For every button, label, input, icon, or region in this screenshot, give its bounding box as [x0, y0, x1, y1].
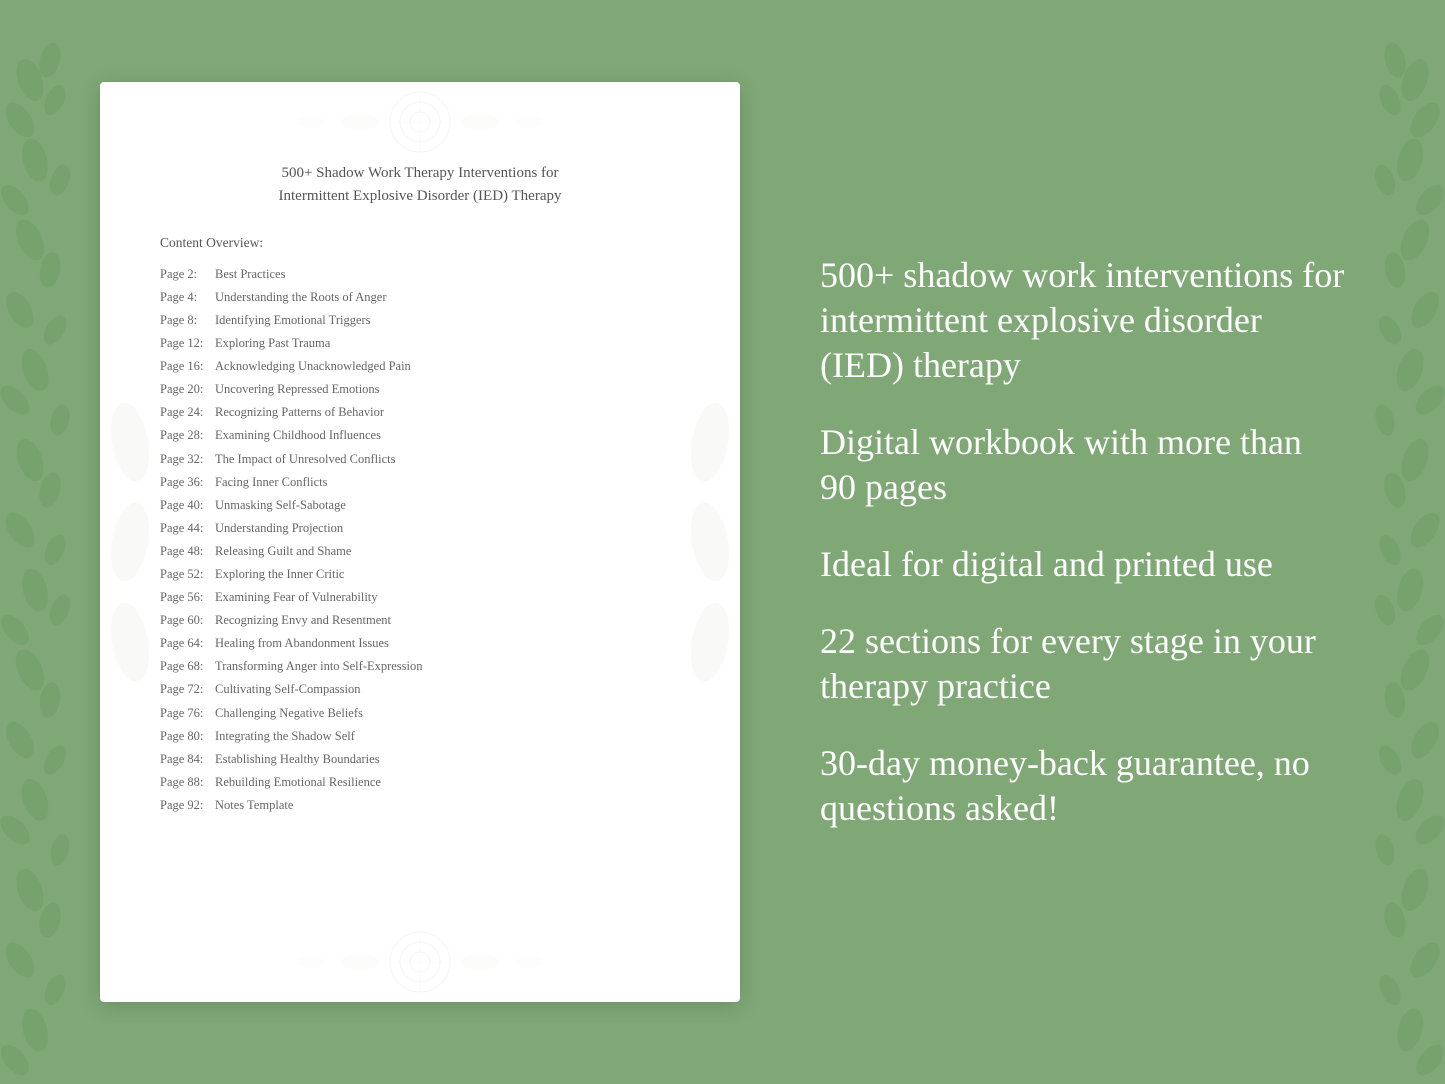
list-item: Page 68:Transforming Anger into Self-Exp… [160, 656, 680, 679]
list-item: Page 8:Identifying Emotional Triggers [160, 309, 680, 332]
document-title: 500+ Shadow Work Therapy Interventions f… [160, 162, 680, 207]
marketing-point: Ideal for digital and printed use [820, 542, 1345, 587]
marketing-point: Digital workbook with more than 90 pages [820, 420, 1345, 510]
list-item: Page 84:Establishing Healthy Boundaries [160, 748, 680, 771]
list-item: Page 76:Challenging Negative Beliefs [160, 702, 680, 725]
list-item: Page 60:Recognizing Envy and Resentment [160, 609, 680, 632]
list-item: Page 52:Exploring the Inner Critic [160, 563, 680, 586]
list-item: Page 56:Examining Fear of Vulnerability [160, 586, 680, 609]
doc-watermark-bottom [220, 922, 620, 1002]
list-item: Page 32:The Impact of Unresolved Conflic… [160, 448, 680, 471]
list-item: Page 80:Integrating the Shadow Self [160, 725, 680, 748]
content-overview-label: Content Overview: [160, 235, 680, 251]
doc-watermark-right [680, 392, 740, 692]
doc-watermark-top [220, 82, 620, 162]
list-item: Page 72:Cultivating Self-Compassion [160, 679, 680, 702]
list-item: Page 92:Notes Template [160, 794, 680, 817]
document-card: 500+ Shadow Work Therapy Interventions f… [100, 82, 740, 1002]
list-item: Page 28:Examining Childhood Influences [160, 425, 680, 448]
list-item: Page 24:Recognizing Patterns of Behavior [160, 402, 680, 425]
list-item: Page 44:Understanding Projection [160, 517, 680, 540]
marketing-point: 22 sections for every stage in your ther… [820, 619, 1345, 709]
list-item: Page 64:Healing from Abandonment Issues [160, 633, 680, 656]
marketing-point: 30-day money-back guarantee, no question… [820, 741, 1345, 831]
marketing-point: 500+ shadow work interventions for inter… [820, 253, 1345, 388]
list-item: Page 12:Exploring Past Trauma [160, 332, 680, 355]
list-item: Page 48:Releasing Guilt and Shame [160, 540, 680, 563]
list-item: Page 40:Unmasking Self-Sabotage [160, 494, 680, 517]
list-item: Page 20:Uncovering Repressed Emotions [160, 378, 680, 401]
list-item: Page 88:Rebuilding Emotional Resilience [160, 771, 680, 794]
list-item: Page 16:Acknowledging Unacknowledged Pai… [160, 355, 680, 378]
marketing-panel: 500+ shadow work interventions for inter… [800, 253, 1345, 831]
list-item: Page 2:Best Practices [160, 263, 680, 286]
table-of-contents: Page 2:Best PracticesPage 4:Understandin… [160, 263, 680, 817]
list-item: Page 36:Facing Inner Conflicts [160, 471, 680, 494]
main-container: 500+ Shadow Work Therapy Interventions f… [0, 0, 1445, 1084]
doc-watermark-left [100, 392, 160, 692]
list-item: Page 4:Understanding the Roots of Anger [160, 286, 680, 309]
